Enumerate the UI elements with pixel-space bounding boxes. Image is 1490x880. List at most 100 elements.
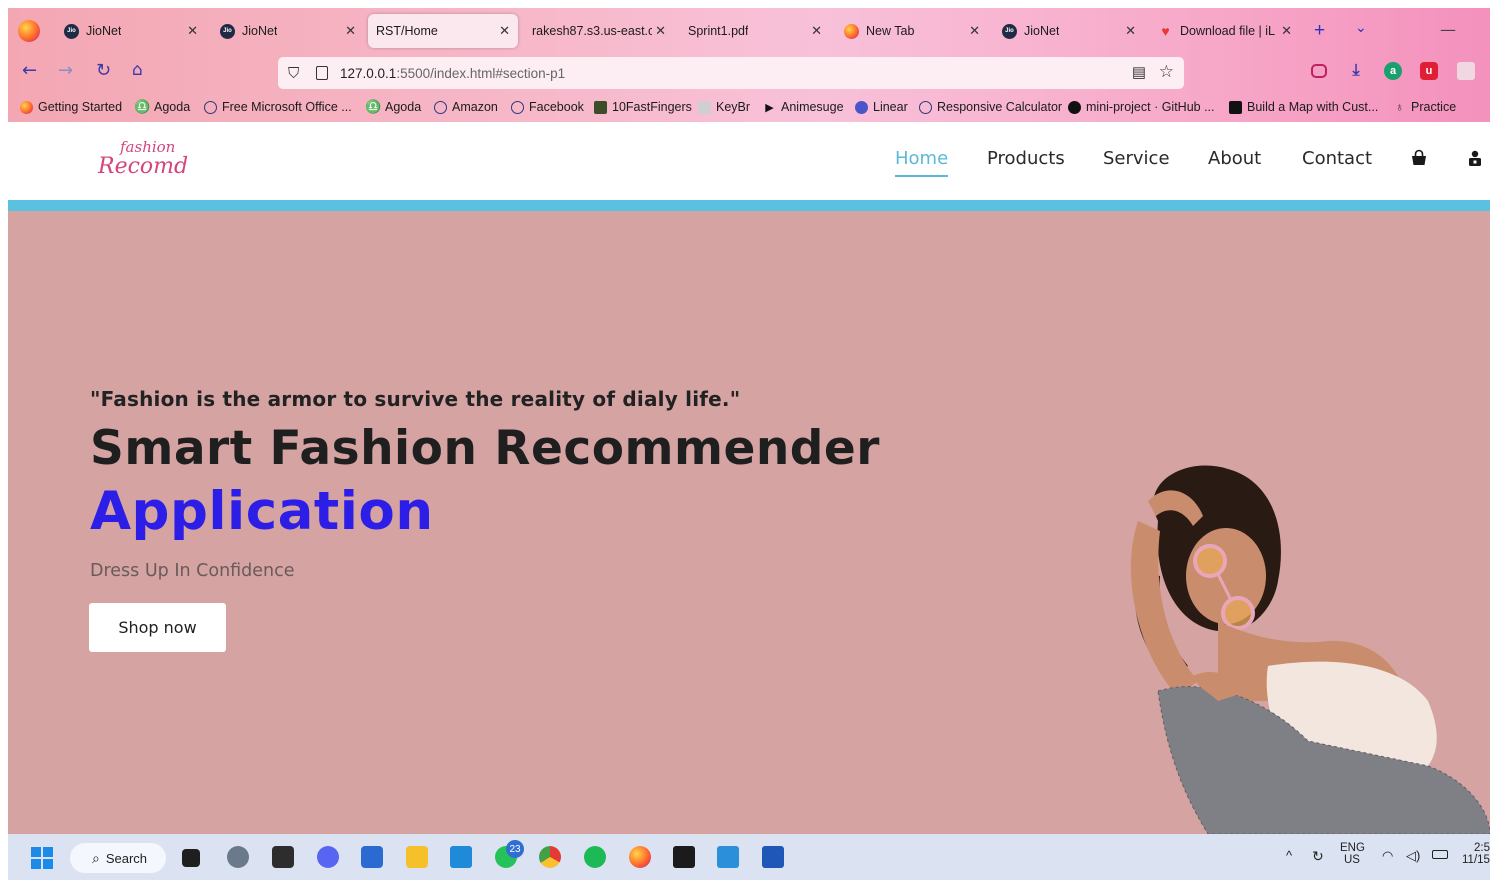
close-icon[interactable]: ✕ [1125,23,1136,39]
keybr-icon [698,100,711,114]
browser-chrome: Jio JioNet ✕ Jio JioNet ✕ RST/Home ✕ rak… [8,8,1490,122]
new-tab-plus-icon[interactable]: + [1314,20,1325,42]
chrome-icon[interactable] [539,846,561,868]
sync-icon[interactable]: ↻ [1312,848,1324,865]
tab-jionet-2[interactable]: Jio JioNet ✕ [212,14,364,48]
language-indicator[interactable]: ENG US [1340,842,1365,866]
close-icon[interactable]: ✕ [1281,23,1292,39]
chevron-down-icon[interactable]: ⌄ [1355,20,1367,36]
reader-view-icon[interactable]: ▤ [1132,63,1146,81]
tab-strip: Jio JioNet ✕ Jio JioNet ✕ RST/Home ✕ rak… [8,8,1490,52]
bookmark-free-ms-office[interactable]: Free Microsoft Office ... [204,100,352,114]
nav-contact[interactable]: Contact [1302,148,1372,169]
shop-now-button[interactable]: Shop now [89,603,226,652]
file-explorer-icon[interactable] [406,846,428,868]
bookmark-10fastfingers[interactable]: 10FastFingers [594,100,692,114]
linear-icon [855,100,868,114]
word-icon[interactable] [762,846,784,868]
bookmark-amazon[interactable]: Amazon [434,100,498,114]
volume-icon[interactable]: ◁) [1406,848,1420,864]
clock[interactable]: 2:5 11/15/ [1462,842,1490,866]
pocket-icon[interactable] [1311,64,1327,78]
firefox-icon[interactable] [629,846,651,868]
bookmark-mini-project-github[interactable]: mini-project · GitHub ... [1068,100,1215,114]
vscode-icon[interactable] [450,846,472,868]
notion-icon[interactable] [673,846,695,868]
website-viewport: fashion Recomd Home Products Service Abo… [8,122,1490,834]
tab-new-tab[interactable]: New Tab ✕ [836,14,988,48]
nav-home[interactable]: Home [895,148,949,177]
extension-icon[interactable] [1457,62,1475,80]
tab-rst-home[interactable]: RST/Home ✕ [368,14,518,48]
minimize-icon[interactable]: — [1440,20,1456,39]
bookmark-practice[interactable]: ♁ Practice [1393,100,1456,114]
tab-label: JioNet [242,24,278,38]
nav-products[interactable]: Products [987,148,1065,169]
bookmark-agoda-2[interactable]: ♎ Agoda [365,99,421,114]
bookmark-agoda-1[interactable]: ♎ Agoda [134,99,190,114]
reload-icon[interactable]: ↻ [96,60,111,81]
whatsapp-badge: 23 [506,840,524,858]
tab-label: Sprint1.pdf [688,24,749,38]
shopping-bag-icon[interactable] [1410,149,1428,167]
bookmark-keybr[interactable]: KeyBr [698,100,750,114]
grammarly-icon[interactable]: a [1384,62,1402,80]
jio-icon: Jio [64,23,79,39]
bookmark-getting-started[interactable]: Getting Started [20,100,122,114]
close-icon[interactable]: ✕ [345,23,356,39]
site-logo[interactable]: fashion Recomd [96,136,196,182]
task-view-icon[interactable] [182,849,200,867]
nav-about[interactable]: About [1208,148,1261,169]
globe-icon [434,100,447,114]
accent-bar [8,200,1490,211]
bookmark-animesuge[interactable]: ▶ Animesuge [763,100,843,114]
search-icon: ⌕ [92,849,100,866]
map-icon [1229,100,1242,114]
bookmark-linear[interactable]: Linear [855,100,908,114]
terminal-icon[interactable] [272,846,294,868]
firefox-menu-icon[interactable] [18,20,40,42]
download-icon[interactable]: ⤓ [1347,62,1365,80]
user-lock-icon[interactable] [1466,149,1484,167]
bookmark-responsive-calculator[interactable]: Responsive Calculator [919,100,1062,114]
chevron-up-icon[interactable]: ^ [1286,848,1292,863]
discord-icon[interactable] [317,846,339,868]
battery-icon[interactable] [1432,850,1448,859]
tab-jionet-1[interactable]: Jio JioNet ✕ [56,14,206,48]
back-arrow-icon[interactable]: ← [22,60,37,81]
close-icon[interactable]: ✕ [655,23,666,39]
nav-service[interactable]: Service [1103,148,1170,169]
taskbar-search[interactable]: ⌕ Search [70,843,166,873]
ublock-icon[interactable]: u [1420,62,1438,80]
model-photo [1130,465,1490,834]
spotify-icon[interactable] [584,846,606,868]
bookmark-build-a-map[interactable]: Build a Map with Cust... [1229,100,1378,114]
tab-jionet-3[interactable]: Jio JioNet ✕ [994,14,1144,48]
firefox-icon [844,23,859,39]
close-icon[interactable]: ✕ [187,23,198,39]
close-icon[interactable]: ✕ [499,23,510,39]
close-icon[interactable]: ✕ [969,23,980,39]
store-icon[interactable] [361,846,383,868]
forward-arrow-icon[interactable]: → [58,60,73,81]
taskbar-search-label: Search [105,850,148,866]
globe-icon [511,100,524,114]
url-bar[interactable]: ⛉ 127.0.0.1:5500/index.html#section-p1 ▤… [278,57,1184,89]
tab-label: rakesh87.s3.us-east.clo [532,24,652,38]
close-icon[interactable]: ✕ [811,23,822,39]
windows-start-icon[interactable] [30,846,54,870]
photos-icon[interactable] [717,846,739,868]
url-path: :5500/index.html#section-p1 [396,65,566,81]
tab-label: JioNet [1024,24,1060,38]
star-icon[interactable]: ☆ [1159,62,1174,82]
tab-sprint1-pdf[interactable]: Sprint1.pdf ✕ [680,14,830,48]
bookmark-facebook[interactable]: Facebook [511,100,584,114]
logo-line-2: Recomd [98,154,189,179]
tab-download-file[interactable]: ♥ Download file | iL ✕ [1150,14,1300,48]
wifi-icon[interactable]: ◠ [1382,848,1393,864]
firefox-icon [20,100,33,114]
settings-gear-icon[interactable] [227,846,249,868]
tab-s3[interactable]: rakesh87.s3.us-east.clo ✕ [524,14,674,48]
home-icon[interactable]: ⌂ [132,60,143,80]
jio-icon: Jio [1002,23,1017,39]
